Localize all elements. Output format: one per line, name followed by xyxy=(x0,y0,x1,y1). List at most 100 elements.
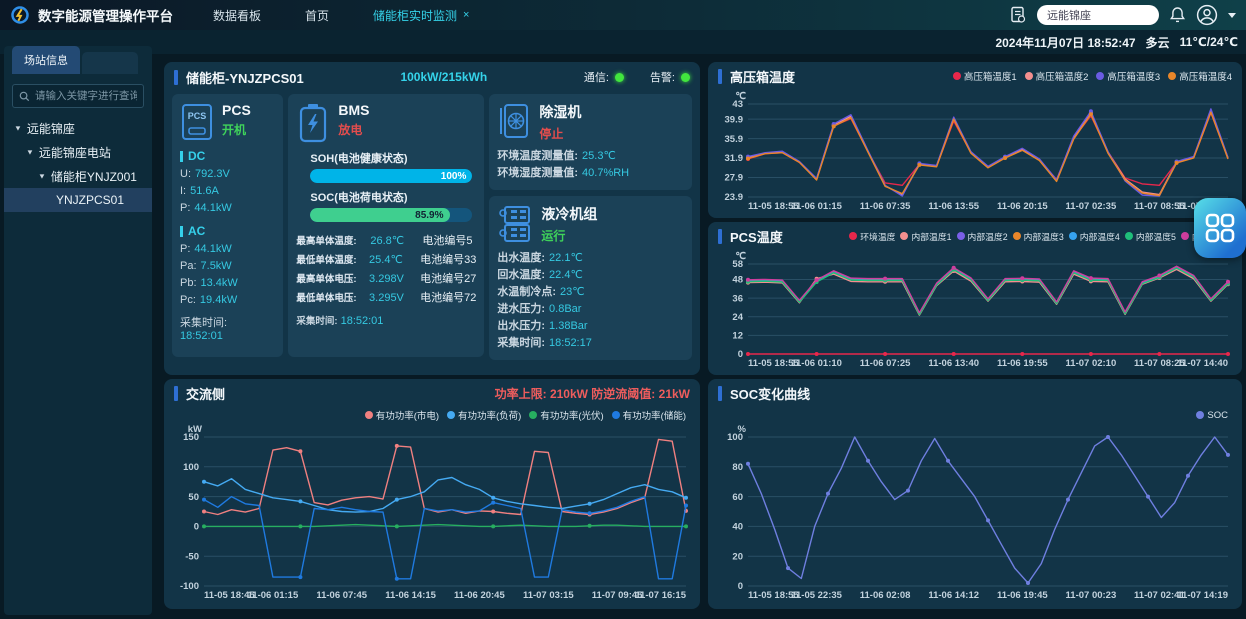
dehumidifier-card: 除湿机 停止 环境温度测量值: 25.3℃ 环境湿度测量值: 40.7%RH xyxy=(489,94,692,190)
metric-row: U: 792.3V xyxy=(180,166,275,183)
dropdown-caret-icon[interactable] xyxy=(1228,13,1236,18)
svg-text:24: 24 xyxy=(732,312,743,323)
tab-storage-monitor[interactable]: 储能柜实时监测 × xyxy=(373,7,469,24)
metric-row: 出水温度: 22.1℃ xyxy=(497,250,684,267)
svg-text:40: 40 xyxy=(732,522,743,533)
legend-item[interactable]: 高压箱温度1 xyxy=(953,69,1017,83)
legend-dot-icon xyxy=(1125,232,1133,240)
ac-side-panel: 交流侧 功率上限: 210kW 防逆流阈值: 21kW 有功功率(市电)有功功率… xyxy=(164,379,700,609)
legend-item[interactable]: 有功功率(光伏) xyxy=(529,408,603,422)
dc-section-title: DC xyxy=(188,149,205,163)
report-icon[interactable] xyxy=(1009,6,1027,24)
bms-metrics: 最高单体温度: 26.8℃ 电池编号5 最低单体温度: 25.4℃ 电池编号33… xyxy=(296,232,476,308)
svg-text:60: 60 xyxy=(732,492,743,503)
svg-text:20: 20 xyxy=(732,551,743,562)
svg-text:31.9: 31.9 xyxy=(725,153,744,164)
svg-text:12: 12 xyxy=(732,331,743,342)
hv-chart-legend: 高压箱温度1 高压箱温度2 高压箱温度3 高压箱温度4 xyxy=(953,69,1232,83)
tree-node-cabinet[interactable]: ▼ 储能柜YNJZ001 xyxy=(4,164,152,188)
svg-text:50: 50 xyxy=(188,492,199,503)
alarm-label: 告警: xyxy=(650,69,675,85)
svg-text:23.9: 23.9 xyxy=(725,192,744,203)
comm-status-dot xyxy=(615,73,624,82)
dehumidifier-status: 停止 xyxy=(539,125,581,142)
cooling-unit-card: 液冷机组 运行 出水温度: 22.1℃ 回水温度: 22.4℃ xyxy=(489,196,692,360)
header-accent-bar xyxy=(718,229,722,244)
svg-text:11-07 03:15: 11-07 03:15 xyxy=(523,590,574,601)
svg-text:11-07 14:19: 11-07 14:19 xyxy=(1177,590,1228,601)
legend-item[interactable]: 有功功率(负荷) xyxy=(447,408,521,422)
ac-chart-legend: 有功功率(市电) 有功功率(负荷) 有功功率(光伏) 有功功率(储能) xyxy=(365,408,686,422)
power-limit-annotation: 功率上限: 210kW 防逆流阈值: 21kW xyxy=(495,385,690,402)
metric-row: 回水温度: 22.4℃ xyxy=(497,267,684,284)
legend-item[interactable]: 内部温度3 xyxy=(1013,230,1064,243)
tree-node-station-group[interactable]: ▼ 远能锦座 xyxy=(4,116,152,140)
svg-text:kW: kW xyxy=(188,424,202,435)
legend-item[interactable]: 有功功率(市电) xyxy=(365,408,439,422)
svg-text:0: 0 xyxy=(738,349,743,360)
legend-item[interactable]: 内部温度1 xyxy=(900,230,951,243)
svg-text:℃: ℃ xyxy=(735,91,746,102)
app-title: 数字能源管理操作平台 xyxy=(38,5,173,25)
nav-item-home[interactable]: 首页 xyxy=(305,7,329,24)
dehumidifier-name: 除湿机 xyxy=(539,102,581,122)
tree-node-label: 远能锦座电站 xyxy=(39,144,111,161)
notification-bell-icon[interactable] xyxy=(1169,6,1186,24)
svg-text:100: 100 xyxy=(183,462,199,473)
legend-dot-icon xyxy=(529,411,537,419)
dehumidifier-icon xyxy=(497,102,531,140)
metric-row: Pa: 7.5kW xyxy=(180,258,275,275)
sidebar-tab-station-info[interactable]: 场站信息 xyxy=(12,46,80,74)
legend-item[interactable]: 高压箱温度4 xyxy=(1168,69,1232,83)
svg-text:11-06 07:45: 11-06 07:45 xyxy=(316,590,367,601)
legend-dot-icon xyxy=(1025,72,1033,80)
ac-metrics: P: 44.1kW Pa: 7.5kW Pb: 13.4kW Pc: 19.4k… xyxy=(180,241,275,309)
legend-item[interactable]: 内部温度2 xyxy=(957,230,1008,243)
pcs-chart-legend: 环境温度内部温度1内部温度2内部温度3内部温度4内部温度5内部温度6 xyxy=(849,230,1232,243)
svg-text:0: 0 xyxy=(194,522,199,533)
app-logo-icon xyxy=(10,5,30,25)
svg-text:39.9: 39.9 xyxy=(725,114,744,125)
tree-toggle-icon[interactable]: ▼ xyxy=(14,124,22,132)
pcs-chart-title: PCS温度 xyxy=(730,227,783,246)
tab-label: 储能柜实时监测 xyxy=(373,7,457,24)
svg-text:80: 80 xyxy=(732,462,743,473)
svg-text:%: % xyxy=(738,424,747,435)
ac-section-title: AC xyxy=(188,224,205,238)
svg-text:11-07 16:15: 11-07 16:15 xyxy=(635,590,686,601)
tree-node-pcs-selected[interactable]: YNJZPCS01 xyxy=(4,188,152,212)
legend-item[interactable]: 有功功率(储能) xyxy=(612,408,686,422)
legend-dot-icon xyxy=(447,411,455,419)
soh-label: SOH(电池健康状态) xyxy=(310,150,476,166)
tree-toggle-icon[interactable]: ▼ xyxy=(38,172,46,180)
legend-item[interactable]: 内部温度4 xyxy=(1069,230,1120,243)
metric-row: Pc: 19.4kW xyxy=(180,292,275,309)
bms-metric-row: 最低单体电压: 3.295V 电池编号72 xyxy=(296,289,476,308)
station-search-input[interactable] xyxy=(1037,5,1159,25)
nav-item-dashboard[interactable]: 数据看板 xyxy=(213,7,261,24)
capacity-text: 100kW/215kWh xyxy=(312,70,576,84)
svg-text:11-07 02:35: 11-07 02:35 xyxy=(1066,201,1117,212)
legend-item[interactable]: 高压箱温度2 xyxy=(1025,69,1089,83)
pcs-temp-panel: PCS温度 环境温度内部温度1内部温度2内部温度3内部温度4内部温度5内部温度6… xyxy=(708,222,1242,375)
legend-item[interactable]: 环境温度 xyxy=(849,230,895,243)
soc-value: 85.9% xyxy=(415,210,443,221)
tree-filter-input[interactable] xyxy=(35,90,137,102)
pcs-temp-chart: 01224364858℃11-05 18:5511-06 01:1011-06 … xyxy=(712,250,1236,369)
legend-item[interactable]: SOC xyxy=(1196,410,1228,421)
quick-menu-float-button[interactable] xyxy=(1194,198,1246,258)
tree-node-label: YNJZPCS01 xyxy=(56,193,124,207)
legend-dot-icon xyxy=(1013,232,1021,240)
bms-metric-row: 最低单体温度: 25.4℃ 电池编号33 xyxy=(296,251,476,270)
tree-toggle-icon[interactable]: ▼ xyxy=(26,148,34,156)
svg-text:11-06 19:45: 11-06 19:45 xyxy=(997,590,1048,601)
svg-text:11-06 02:08: 11-06 02:08 xyxy=(860,590,911,601)
tab-close-icon[interactable]: × xyxy=(463,9,469,21)
tree-node-plant[interactable]: ▼ 远能锦座电站 xyxy=(4,140,152,164)
metric-row: 水温制冷点: 23℃ xyxy=(497,284,684,301)
soc-chart: 020406080100%11-05 18:5511-05 22:3511-06… xyxy=(712,423,1236,601)
legend-item[interactable]: 内部温度5 xyxy=(1125,230,1176,243)
legend-item[interactable]: 高压箱温度3 xyxy=(1096,69,1160,83)
user-avatar-icon[interactable] xyxy=(1196,4,1218,26)
grid-menu-icon xyxy=(1205,213,1235,243)
